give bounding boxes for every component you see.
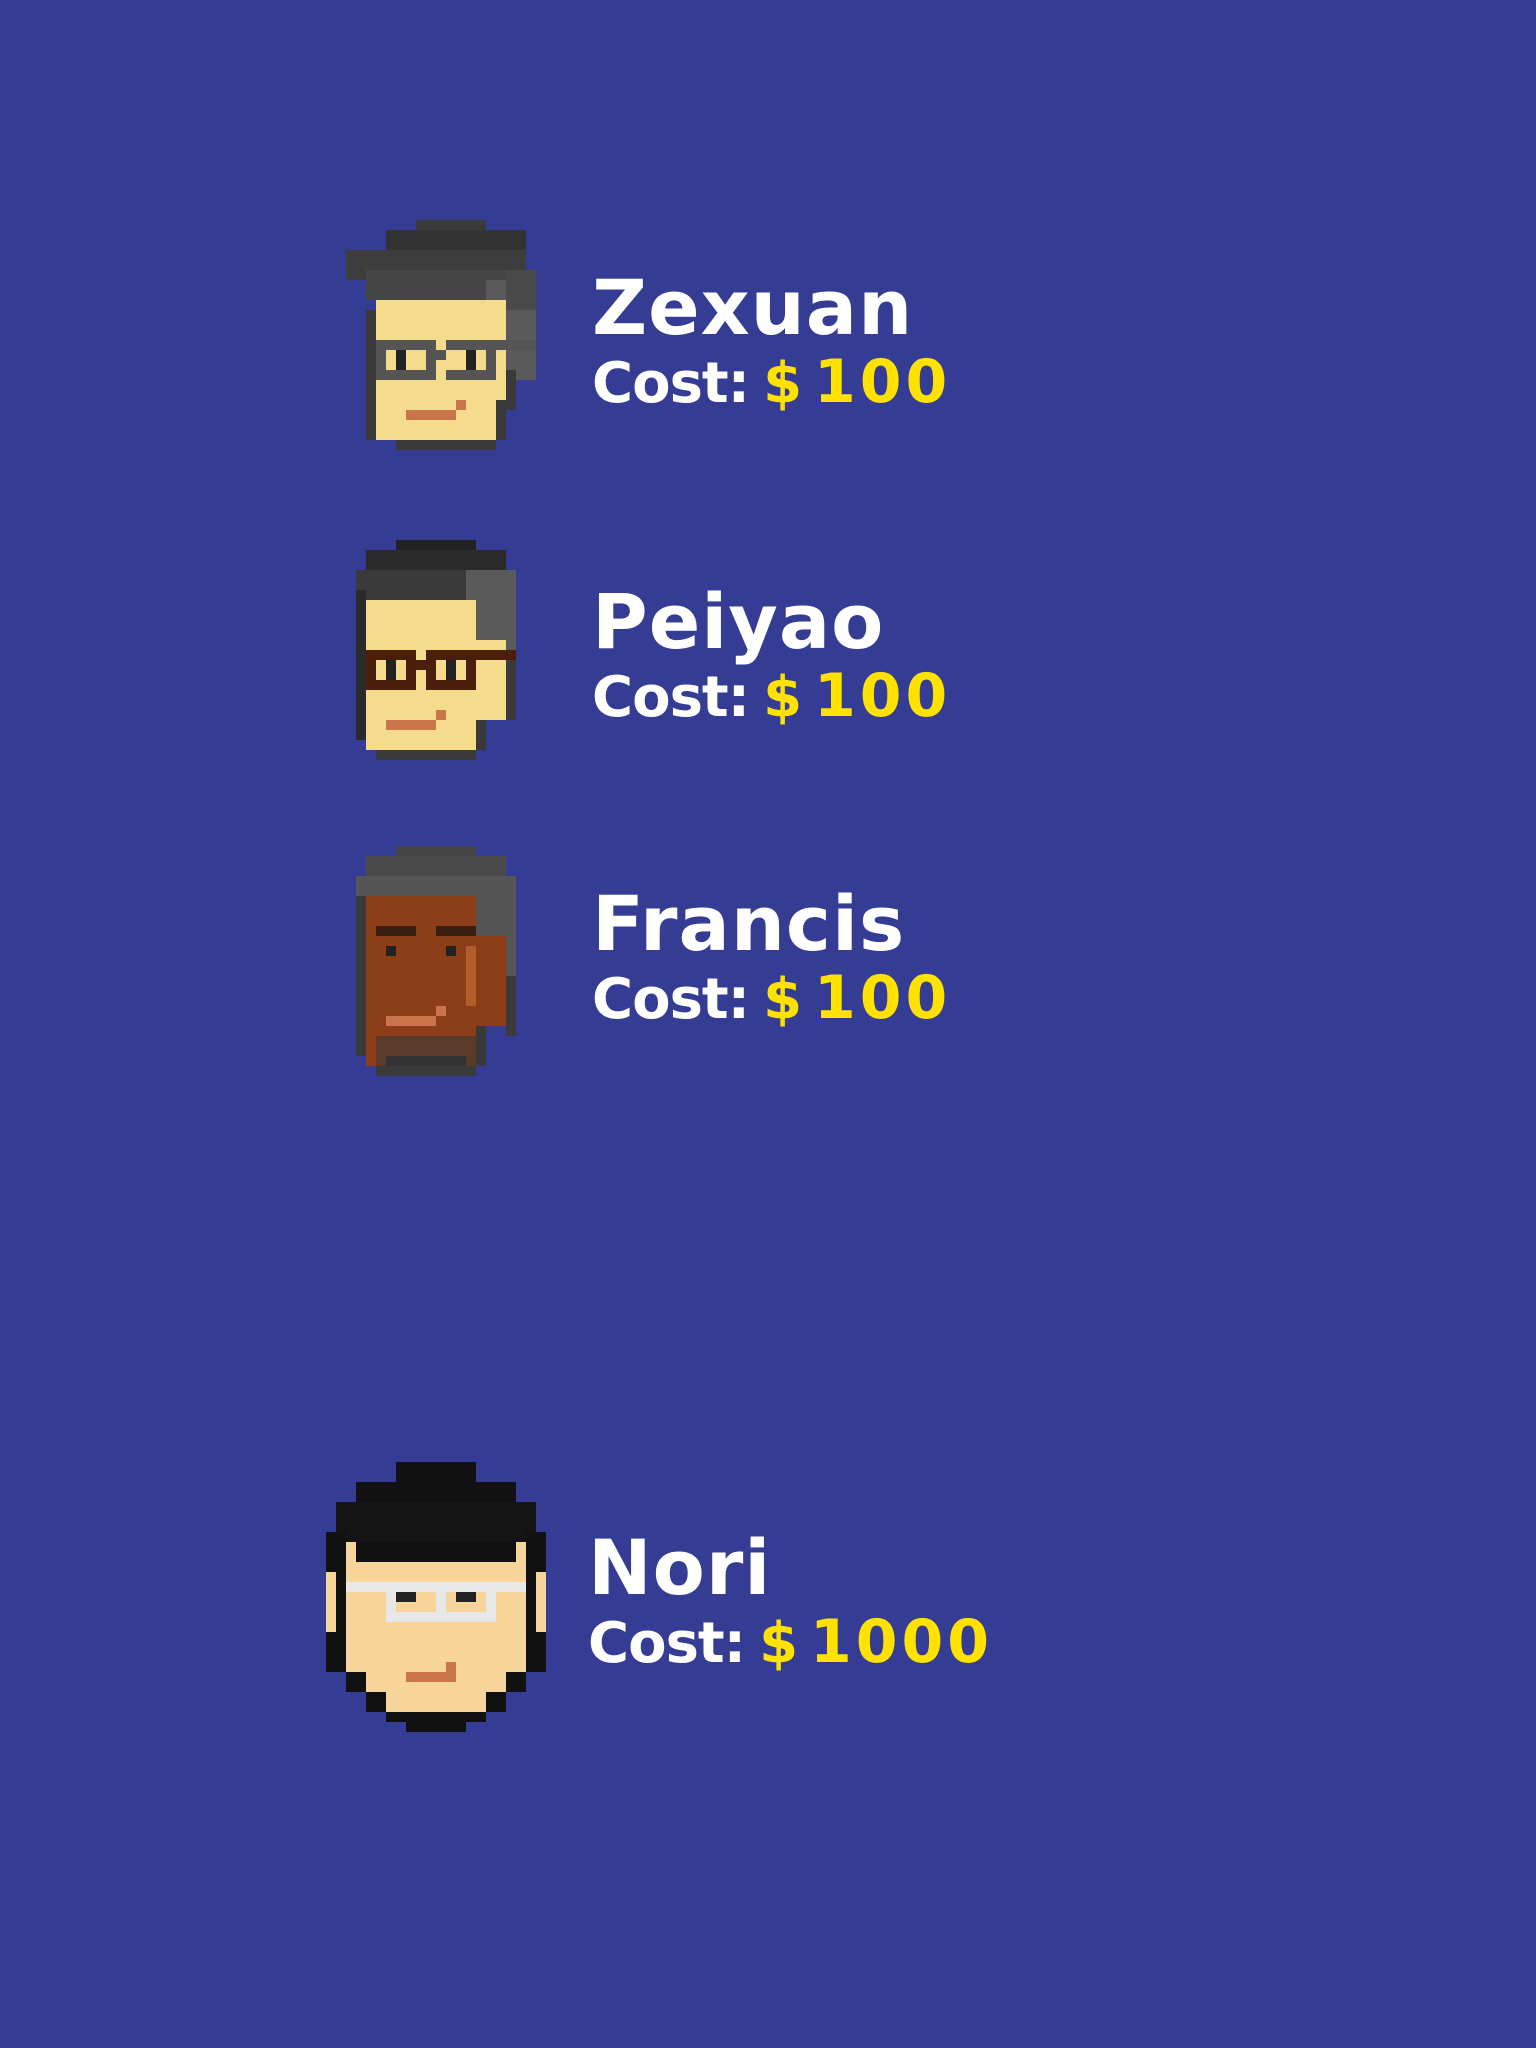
cost-label: Cost: xyxy=(592,665,750,730)
cost-amount: 1000 xyxy=(810,1607,994,1677)
character-row-francis[interactable]: Francis Cost: $100 xyxy=(0,846,1536,1086)
character-row-zexuan[interactable]: Zexuan Cost: $100 xyxy=(0,220,1536,460)
cost-amount: 100 xyxy=(814,661,952,731)
dollar-icon: $ xyxy=(763,351,803,416)
cost-line: Cost: $100 xyxy=(592,352,951,412)
francis-portrait-icon xyxy=(356,846,516,1076)
cost-amount: 100 xyxy=(814,963,952,1033)
dollar-icon: $ xyxy=(759,1611,799,1676)
cost-line: Cost: $1000 xyxy=(588,1612,993,1672)
peiyao-portrait-icon xyxy=(356,540,516,760)
nori-portrait-icon xyxy=(326,1462,546,1732)
character-name: Zexuan xyxy=(592,263,914,352)
cost-line: Cost: $100 xyxy=(592,666,951,726)
character-row-nori[interactable]: Nori Cost: $1000 xyxy=(0,1462,1536,1742)
cost-label: Cost: xyxy=(588,1611,746,1676)
zexuan-portrait-icon xyxy=(346,220,536,450)
cost-label: Cost: xyxy=(592,351,750,416)
character-row-peiyao[interactable]: Peiyao Cost: $100 xyxy=(0,540,1536,780)
character-name: Francis xyxy=(592,879,906,968)
cost-line: Cost: $100 xyxy=(592,968,951,1028)
dollar-icon: $ xyxy=(763,967,803,1032)
character-name: Nori xyxy=(588,1523,772,1612)
cost-amount: 100 xyxy=(814,347,952,417)
cost-label: Cost: xyxy=(592,967,750,1032)
character-name: Peiyao xyxy=(592,577,885,666)
dollar-icon: $ xyxy=(763,665,803,730)
